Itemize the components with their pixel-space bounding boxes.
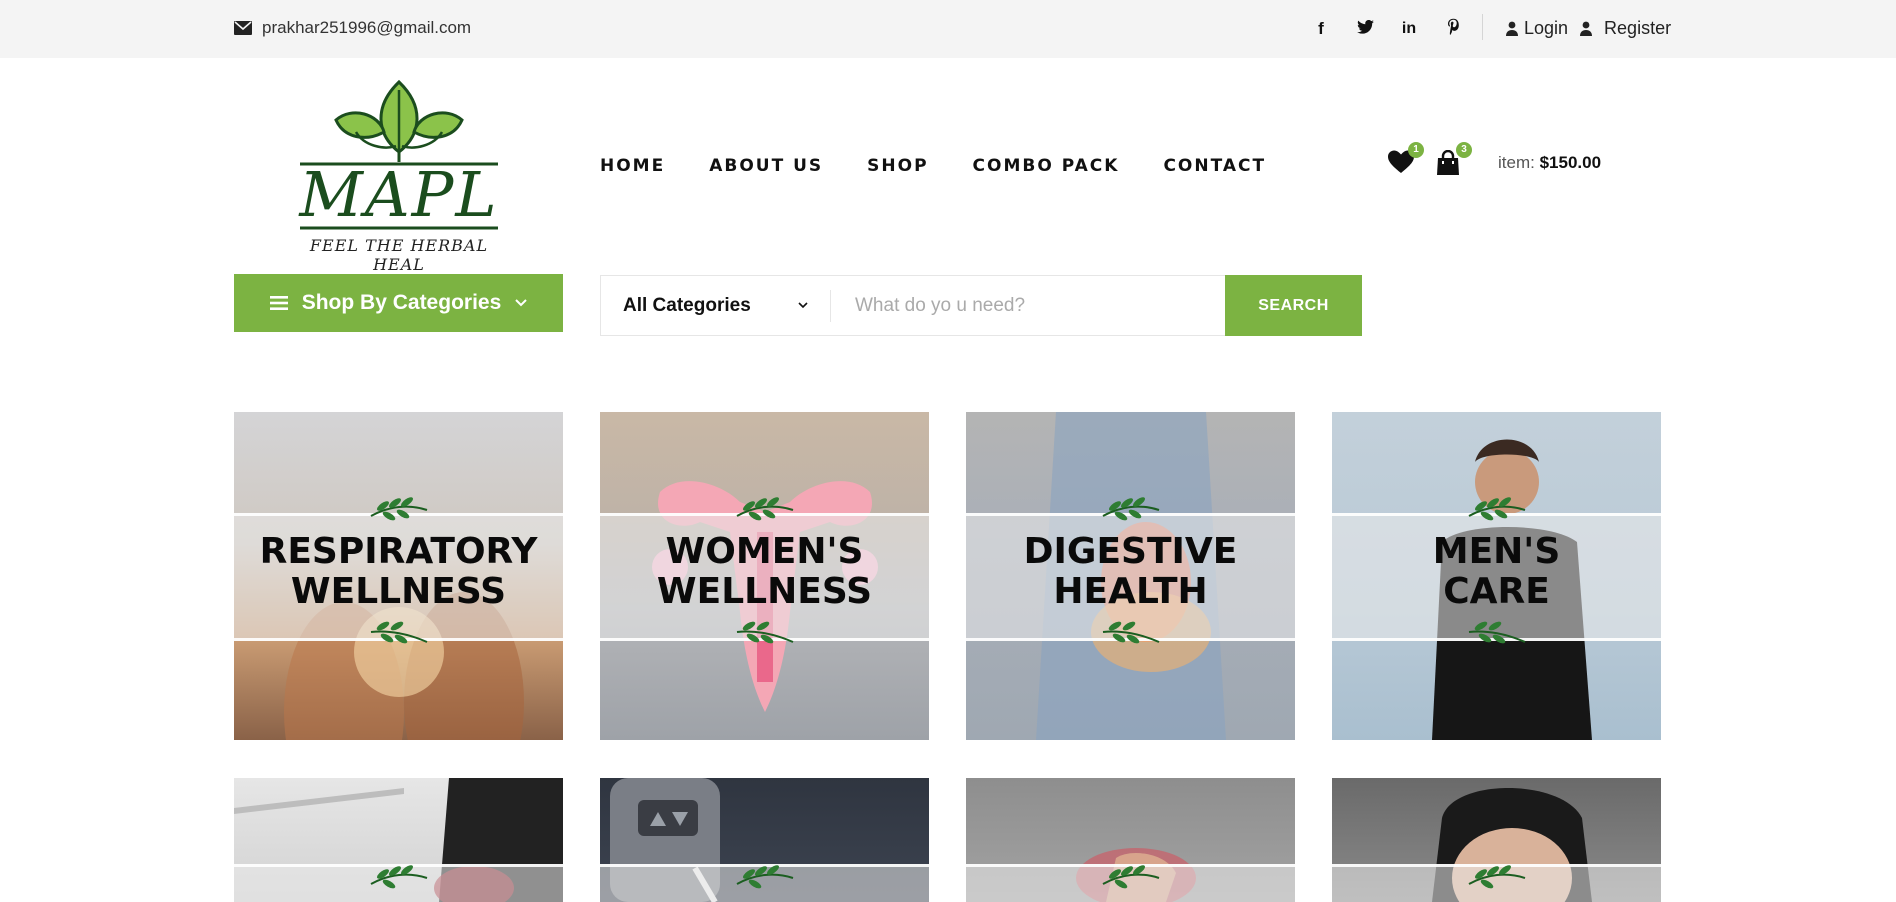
email-text: prakhar251996@gmail.com — [262, 18, 472, 37]
categories-label: Shop By Categories — [301, 291, 502, 314]
envelope-icon — [234, 21, 252, 35]
category-card[interactable] — [1332, 778, 1661, 902]
chevron-down-icon — [515, 299, 527, 307]
leaf-branch-icon — [1468, 621, 1525, 644]
nav-shop[interactable]: SHOP — [867, 156, 928, 176]
category-card[interactable] — [234, 778, 563, 902]
site-logo[interactable]: MAPL FEEL THE HERBAL HEAL — [284, 76, 514, 274]
category-card[interactable] — [600, 778, 929, 902]
category-card[interactable] — [966, 778, 1295, 902]
leaf-branch-icon — [1102, 497, 1159, 521]
category-card-mens-care[interactable]: MEN'S CARE — [1332, 412, 1661, 740]
cart-button[interactable]: 3 — [1436, 142, 1472, 176]
category-select-value: All Categories — [623, 294, 751, 316]
auth-links: Login Register — [1506, 18, 1671, 39]
main-nav: HOME ABOUT US SHOP COMBO PACK CONTACT — [600, 156, 1310, 176]
nav-home[interactable]: HOME — [600, 156, 665, 176]
twitter-icon[interactable] — [1354, 19, 1376, 39]
leaf-branch-icon — [1468, 497, 1525, 521]
cart-item-prefix: item: — [1498, 153, 1535, 172]
category-card-womens-wellness[interactable]: WOMEN'S WELLNESS — [600, 412, 929, 740]
chevron-down-icon — [798, 302, 808, 309]
wishlist-button[interactable]: 1 — [1388, 142, 1424, 176]
menu-icon — [269, 296, 288, 310]
logo-tagline: FEEL THE HERBAL HEAL — [309, 236, 489, 274]
nav-about-us[interactable]: ABOUT US — [709, 156, 823, 176]
leaf-branch-icon — [370, 497, 427, 521]
search-bar: All Categories SEARCH — [600, 275, 1362, 336]
social-links: f in — [1310, 18, 1464, 40]
leaf-branch-icon — [370, 865, 427, 889]
login-link[interactable]: Login — [1524, 18, 1568, 39]
nav-combo-pack[interactable]: COMBO PACK — [973, 156, 1120, 176]
leaf-branch-icon — [1468, 865, 1525, 889]
top-bar: prakhar251996@gmail.com f in Login Regis… — [0, 0, 1896, 58]
leaf-branch-icon — [736, 865, 793, 889]
linkedin-icon[interactable]: in — [1398, 20, 1420, 38]
card-title: WOMEN'S WELLNESS — [656, 531, 873, 612]
user-icon — [1580, 21, 1593, 36]
shop-by-categories-button[interactable]: Shop By Categories — [234, 274, 563, 332]
card-title: DIGESTIVE HEALTH — [1023, 531, 1238, 612]
header-cart: 1 3 item: $150.00 — [1388, 142, 1601, 176]
leaf-branch-icon — [1102, 865, 1159, 889]
wishlist-count: 1 — [1408, 142, 1424, 158]
user-icon — [1506, 21, 1518, 36]
leaf-branch-icon — [1102, 621, 1159, 644]
svg-text:MAPL: MAPL — [298, 158, 498, 231]
search-button[interactable]: SEARCH — [1225, 275, 1362, 336]
cart-summary[interactable]: item: $150.00 — [1498, 153, 1601, 173]
pinterest-icon[interactable] — [1442, 18, 1464, 40]
card-title: RESPIRATORY WELLNESS — [259, 531, 538, 612]
category-select[interactable]: All Categories — [601, 289, 831, 322]
facebook-icon[interactable]: f — [1310, 19, 1332, 39]
cart-count: 3 — [1456, 142, 1472, 158]
category-card-digestive-health[interactable]: DIGESTIVE HEALTH — [966, 412, 1295, 740]
leaf-branch-icon — [736, 621, 793, 644]
leaf-branch-icon — [736, 497, 793, 521]
card-title: MEN'S CARE — [1432, 531, 1561, 612]
category-card-respiratory[interactable]: RESPIRATORY WELLNESS — [234, 412, 563, 740]
contact-email[interactable]: prakhar251996@gmail.com — [234, 18, 471, 38]
cart-total: $150.00 — [1539, 153, 1602, 172]
search-input[interactable] — [831, 294, 1225, 317]
topbar-divider — [1482, 14, 1483, 40]
nav-contact[interactable]: CONTACT — [1163, 156, 1266, 176]
leaf-branch-icon — [370, 621, 427, 644]
register-link[interactable]: Register — [1604, 18, 1671, 39]
